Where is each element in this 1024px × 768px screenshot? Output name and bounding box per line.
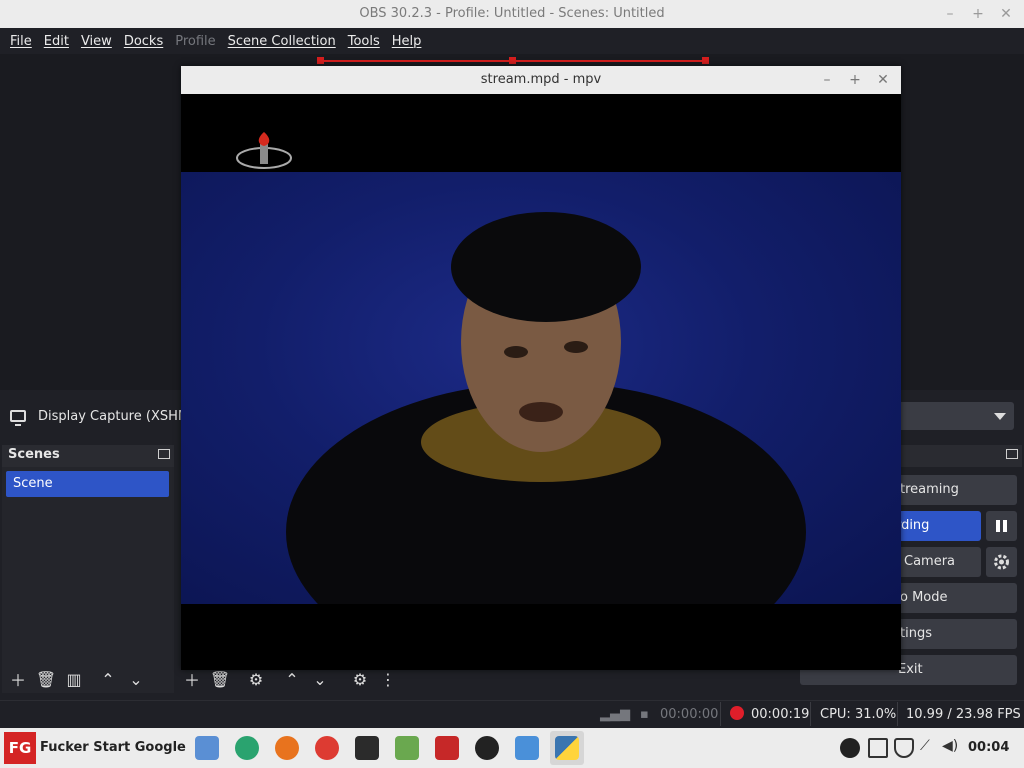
taskbar: FG Fucker Start Google ⟋ ◀) 00:04 (0, 728, 1024, 768)
close-button[interactable]: ✕ (871, 66, 895, 94)
cpu-usage: CPU: 31.0% (820, 707, 897, 722)
fps-display: 10.99 / 23.98 FPS (906, 707, 1021, 722)
tex-icon (435, 736, 459, 760)
broadcaster-logo (236, 132, 292, 169)
taskbar-app[interactable] (230, 731, 264, 765)
menu-bar: File Edit View Docks Profile Scene Colle… (0, 28, 1024, 54)
pause-icon (996, 520, 1007, 532)
obs-icon (475, 736, 499, 760)
start-label[interactable]: Fucker Start Google (40, 740, 186, 755)
menu-docks[interactable]: Docks (118, 34, 169, 49)
record-icon (730, 706, 744, 720)
clipboard-icon[interactable] (868, 738, 888, 758)
move-down-icon[interactable]: ⌄ (122, 666, 150, 692)
stream-time: 00:00:00 (660, 707, 719, 722)
taskbar-app[interactable] (190, 731, 224, 765)
maximize-button[interactable]: + (843, 66, 867, 94)
signal-icon: ▂▄▆ (600, 707, 630, 722)
status-divider (810, 702, 811, 726)
taskbar-app[interactable] (390, 731, 424, 765)
obs-tray-icon[interactable] (840, 738, 860, 758)
selected-source-label: Display Capture (XSHM) (38, 409, 195, 424)
start-button[interactable]: FG (4, 732, 36, 764)
add-icon[interactable]: ＋ (4, 666, 32, 692)
chrome-icon (315, 736, 339, 760)
minimize-button[interactable]: – (815, 66, 839, 94)
obs-titlebar: OBS 30.2.3 - Profile: Untitled - Scenes:… (0, 0, 1024, 28)
mpv-titlebar: stream.mpd - mpv – + ✕ (181, 66, 901, 94)
controls-dock-header (900, 445, 1022, 467)
maximize-button[interactable]: + (966, 0, 990, 28)
update-icon (395, 736, 419, 760)
firefox-icon (275, 736, 299, 760)
gear-icon (994, 554, 1009, 570)
shield-icon[interactable] (894, 738, 914, 758)
scenes-list: Scene (2, 467, 174, 693)
close-button[interactable]: ✕ (994, 0, 1018, 28)
undock-icon[interactable] (1006, 449, 1018, 459)
taskbar-app[interactable] (310, 731, 344, 765)
menu-tools[interactable]: Tools (342, 34, 386, 49)
status-bar: ▂▄▆ ▪ 00:00:00 00:00:19 CPU: 31.0% 10.99… (0, 700, 1024, 728)
menu-edit[interactable]: Edit (38, 34, 75, 49)
video-scene (181, 172, 901, 670)
resize-handle[interactable] (317, 57, 324, 64)
pause-recording-button[interactable] (986, 511, 1017, 541)
scenes-toolbar: ＋ 🗑 ▥ ⌃ ⌄ (4, 666, 150, 692)
window-title: OBS 30.2.3 - Profile: Untitled - Scenes:… (359, 6, 665, 21)
mpv-window: stream.mpd - mpv – + ✕ (181, 66, 901, 670)
mpv-title: stream.mpd - mpv (480, 72, 602, 87)
menu-help[interactable]: Help (386, 34, 428, 49)
folder-icon (195, 736, 219, 760)
taskbar-app[interactable] (470, 731, 504, 765)
snowflake-icon (515, 736, 539, 760)
status-divider (897, 702, 898, 726)
volume-icon[interactable]: ◀) (942, 738, 962, 758)
taskbar-app[interactable] (510, 731, 544, 765)
move-up-icon[interactable]: ⌃ (94, 666, 122, 692)
taskbar-app[interactable] (350, 731, 384, 765)
trash-icon[interactable]: 🗑 (32, 666, 60, 692)
taskbar-app[interactable] (430, 731, 464, 765)
virtual-camera-settings-button[interactable] (986, 547, 1017, 577)
chevron-down-icon (994, 413, 1006, 420)
resize-handle[interactable] (702, 57, 709, 64)
menu-file[interactable]: File (4, 34, 38, 49)
scenes-dock-header: Scenes (2, 445, 174, 467)
recording-time: 00:00:19 (751, 707, 810, 722)
filter-icon[interactable]: ▥ (60, 666, 88, 692)
taskbar-app[interactable] (550, 731, 584, 765)
scenes-title: Scenes (8, 447, 60, 462)
network-icon[interactable]: ⟋ (920, 738, 940, 758)
clock[interactable]: 00:04 (968, 740, 1009, 755)
stream-indicator-icon: ▪ (640, 707, 649, 722)
undock-icon[interactable] (158, 449, 170, 459)
edge-dev-icon (235, 736, 259, 760)
terminal-icon (355, 736, 379, 760)
scene-item[interactable]: Scene (6, 471, 169, 497)
resize-handle[interactable] (509, 57, 516, 64)
video-subject-illustration (286, 212, 806, 670)
taskbar-app[interactable] (270, 731, 304, 765)
menu-profile[interactable]: Profile (169, 34, 221, 49)
video-frame[interactable] (181, 94, 901, 670)
minimize-button[interactable]: – (938, 0, 962, 28)
status-divider (720, 702, 721, 726)
monitor-icon (10, 410, 26, 426)
menu-scene-collection[interactable]: Scene Collection (222, 34, 342, 49)
python-icon (555, 736, 579, 760)
menu-view[interactable]: View (75, 34, 118, 49)
